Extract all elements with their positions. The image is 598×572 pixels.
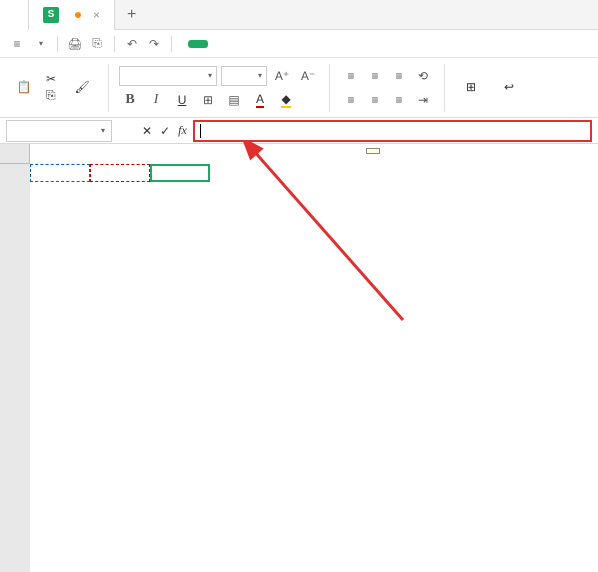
copy-button[interactable]: ⎘ bbox=[46, 88, 60, 103]
font-size-select[interactable]: ▾ bbox=[221, 66, 267, 86]
chevron-down-icon: ▾ bbox=[258, 71, 262, 80]
save-icon[interactable]: 🖨 bbox=[66, 35, 84, 53]
separator bbox=[57, 36, 58, 52]
app-menu-icon[interactable]: ≡ bbox=[8, 35, 26, 53]
tab-safe[interactable] bbox=[342, 40, 362, 48]
ribbon-tabs bbox=[188, 40, 362, 48]
ref-highlight-a2 bbox=[30, 164, 90, 182]
workbook-tab[interactable]: S × bbox=[29, 0, 115, 30]
cut-button[interactable]: ✂ bbox=[46, 72, 60, 86]
close-tab-icon[interactable]: × bbox=[93, 8, 100, 22]
tab-review[interactable] bbox=[298, 40, 318, 48]
spreadsheet-grid bbox=[0, 144, 598, 572]
chevron-down-icon: ▾ bbox=[208, 71, 212, 80]
formula-bar-row: ▾ ✕ ✓ fx bbox=[0, 118, 598, 144]
tab-insert[interactable] bbox=[210, 40, 230, 48]
cancel-formula-icon[interactable]: ✕ bbox=[142, 124, 152, 138]
orientation-icon[interactable]: ⟲ bbox=[412, 66, 434, 86]
separator bbox=[171, 36, 172, 52]
formula-input[interactable] bbox=[193, 120, 592, 142]
highlight-button[interactable]: ◆ bbox=[275, 90, 297, 110]
copy-icon: ⎘ bbox=[46, 88, 56, 103]
column-headers bbox=[30, 144, 598, 164]
ref-highlight-b2 bbox=[90, 164, 150, 182]
active-cell-border bbox=[150, 164, 210, 182]
tab-view[interactable] bbox=[320, 40, 340, 48]
preview-icon[interactable]: ⎘ bbox=[88, 35, 106, 53]
undo-icon[interactable]: ↶ bbox=[123, 35, 141, 53]
redo-icon[interactable]: ↷ bbox=[145, 35, 163, 53]
increase-font-icon[interactable]: A⁺ bbox=[271, 66, 293, 86]
merge-icon: ⊞ bbox=[461, 77, 481, 97]
document-tabbar: S × + bbox=[0, 0, 598, 30]
formula-buttons: ✕ ✓ fx bbox=[142, 123, 187, 138]
separator bbox=[114, 36, 115, 52]
name-box[interactable]: ▾ bbox=[6, 120, 112, 142]
tab-formula[interactable] bbox=[254, 40, 274, 48]
file-menu[interactable]: ▾ bbox=[30, 39, 49, 48]
fx-icon[interactable]: fx bbox=[178, 123, 187, 138]
ribbon: 📋 ✂ ⎘ 🖌 ▾ ▾ A⁺ A⁻ B I U ⊞ ▤ A ◆ ≡ ≡ ≡ bbox=[0, 58, 598, 118]
wrap-button[interactable]: ↩ bbox=[493, 75, 525, 101]
paste-button[interactable]: 📋 bbox=[8, 75, 40, 101]
align-bottom-icon[interactable]: ≡ bbox=[388, 66, 410, 86]
wrap-icon: ↩ bbox=[499, 77, 519, 97]
select-all-corner[interactable] bbox=[0, 144, 30, 164]
formula-bar-tooltip bbox=[366, 148, 380, 154]
bold-button[interactable]: B bbox=[119, 90, 141, 110]
font-family-select[interactable]: ▾ bbox=[119, 66, 217, 86]
separator bbox=[444, 64, 445, 112]
tab-layout[interactable] bbox=[232, 40, 252, 48]
align-left-icon[interactable]: ≡ bbox=[340, 90, 362, 110]
paste-icon: 📋 bbox=[14, 77, 34, 97]
separator bbox=[329, 64, 330, 112]
align-right-icon[interactable]: ≡ bbox=[388, 90, 410, 110]
chevron-down-icon: ▾ bbox=[101, 126, 105, 135]
font-color-button[interactable]: A bbox=[249, 90, 271, 110]
row-headers bbox=[0, 144, 30, 572]
home-tab[interactable] bbox=[0, 0, 29, 30]
tab-data[interactable] bbox=[276, 40, 296, 48]
clipboard-group: ✂ ⎘ bbox=[46, 72, 60, 103]
text-cursor bbox=[200, 124, 201, 138]
align-top-icon[interactable]: ≡ bbox=[340, 66, 362, 86]
format-painter-button[interactable]: 🖌 bbox=[66, 75, 98, 101]
align-middle-icon[interactable]: ≡ bbox=[364, 66, 386, 86]
separator bbox=[108, 64, 109, 112]
new-tab-button[interactable]: + bbox=[115, 6, 148, 24]
brush-icon: 🖌 bbox=[72, 77, 92, 97]
indent-icon[interactable]: ⇥ bbox=[412, 90, 434, 110]
align-group: ≡ ≡ ≡ ⟲ ≡ ≡ ≡ ⇥ bbox=[340, 66, 434, 110]
border-button[interactable]: ⊞ bbox=[197, 90, 219, 110]
scissors-icon: ✂ bbox=[46, 72, 56, 86]
decrease-font-icon[interactable]: A⁻ bbox=[297, 66, 319, 86]
fill-color-button[interactable]: ▤ bbox=[223, 90, 245, 110]
underline-button[interactable]: U bbox=[171, 90, 193, 110]
font-group: ▾ ▾ A⁺ A⁻ B I U ⊞ ▤ A ◆ bbox=[119, 66, 319, 110]
xls-icon: S bbox=[43, 7, 59, 23]
unsaved-dot-icon bbox=[75, 12, 81, 18]
merge-button[interactable]: ⊞ bbox=[455, 75, 487, 101]
align-center-icon[interactable]: ≡ bbox=[364, 90, 386, 110]
italic-button[interactable]: I bbox=[145, 90, 167, 110]
menubar: ≡ ▾ 🖨 ⎘ ↶ ↷ bbox=[0, 30, 598, 58]
chevron-down-icon: ▾ bbox=[39, 39, 43, 48]
accept-formula-icon[interactable]: ✓ bbox=[160, 124, 170, 138]
tab-start[interactable] bbox=[188, 40, 208, 48]
